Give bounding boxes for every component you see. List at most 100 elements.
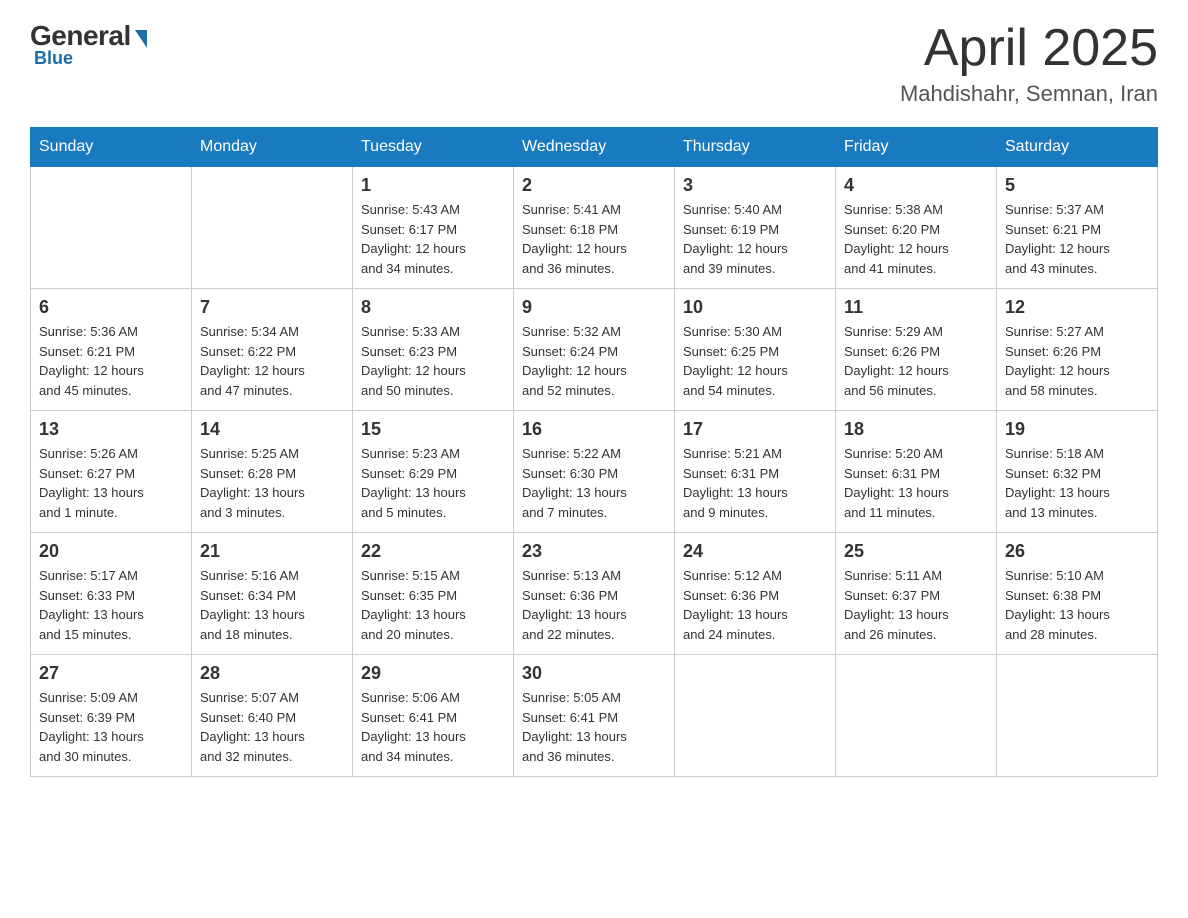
calendar-cell: 9 Sunrise: 5:32 AM Sunset: 6:24 PM Daylig… bbox=[514, 289, 675, 411]
day-number: 12 bbox=[1005, 297, 1149, 318]
day-info: Sunrise: 5:25 AM Sunset: 6:28 PM Dayligh… bbox=[200, 444, 344, 522]
logo: General Blue bbox=[30, 20, 147, 69]
calendar-cell: 30 Sunrise: 5:05 AM Sunset: 6:41 PM Dayli… bbox=[514, 655, 675, 777]
day-number: 26 bbox=[1005, 541, 1149, 562]
calendar-cell: 16Sunrise: 5:22 AM Sunset: 6:30 PM Dayli… bbox=[514, 411, 675, 533]
day-number: 7 bbox=[200, 297, 344, 318]
calendar-cell: 13 Sunrise: 5:26 AM Sunset: 6:27 PM Dayli… bbox=[31, 411, 192, 533]
calendar-cell: 5Sunrise: 5:37 AM Sunset: 6:21 PM Daylig… bbox=[997, 167, 1158, 289]
calendar-cell: 8 Sunrise: 5:33 AM Sunset: 6:23 PM Daylig… bbox=[353, 289, 514, 411]
day-info: Sunrise: 5:10 AM Sunset: 6:38 PM Dayligh… bbox=[1005, 566, 1149, 644]
calendar-cell: 14 Sunrise: 5:25 AM Sunset: 6:28 PM Dayli… bbox=[192, 411, 353, 533]
day-number: 2 bbox=[522, 175, 666, 196]
calendar-cell: 7 Sunrise: 5:34 AM Sunset: 6:22 PM Daylig… bbox=[192, 289, 353, 411]
day-number: 8 bbox=[361, 297, 505, 318]
day-info: Sunrise: 5:17 AM Sunset: 6:33 PM Dayligh… bbox=[39, 566, 183, 644]
calendar-cell bbox=[31, 167, 192, 289]
day-number: 18 bbox=[844, 419, 988, 440]
weekday-header-saturday: Saturday bbox=[997, 128, 1158, 167]
day-info: Sunrise: 5:29 AM Sunset: 6:26 PM Dayligh… bbox=[844, 322, 988, 400]
calendar-cell: 12 Sunrise: 5:27 AM Sunset: 6:26 PM Dayli… bbox=[997, 289, 1158, 411]
calendar-cell: 6 Sunrise: 5:36 AM Sunset: 6:21 PM Daylig… bbox=[31, 289, 192, 411]
day-info: Sunrise: 5:13 AM Sunset: 6:36 PM Dayligh… bbox=[522, 566, 666, 644]
calendar-cell: 11 Sunrise: 5:29 AM Sunset: 6:26 PM Dayli… bbox=[836, 289, 997, 411]
month-title: April 2025 bbox=[900, 20, 1158, 77]
day-info: Sunrise: 5:40 AM Sunset: 6:19 PM Dayligh… bbox=[683, 200, 827, 278]
day-info: Sunrise: 5:23 AM Sunset: 6:29 PM Dayligh… bbox=[361, 444, 505, 522]
calendar-cell: 19 Sunrise: 5:18 AM Sunset: 6:32 PM Dayli… bbox=[997, 411, 1158, 533]
calendar-week-4: 20Sunrise: 5:17 AM Sunset: 6:33 PM Dayli… bbox=[31, 533, 1158, 655]
day-number: 14 bbox=[200, 419, 344, 440]
day-info: Sunrise: 5:20 AM Sunset: 6:31 PM Dayligh… bbox=[844, 444, 988, 522]
day-number: 9 bbox=[522, 297, 666, 318]
day-number: 22 bbox=[361, 541, 505, 562]
calendar-cell: 18 Sunrise: 5:20 AM Sunset: 6:31 PM Dayli… bbox=[836, 411, 997, 533]
day-info: Sunrise: 5:32 AM Sunset: 6:24 PM Dayligh… bbox=[522, 322, 666, 400]
day-info: Sunrise: 5:18 AM Sunset: 6:32 PM Dayligh… bbox=[1005, 444, 1149, 522]
day-info: Sunrise: 5:12 AM Sunset: 6:36 PM Dayligh… bbox=[683, 566, 827, 644]
calendar-cell: 26 Sunrise: 5:10 AM Sunset: 6:38 PM Dayli… bbox=[997, 533, 1158, 655]
logo-arrow-icon bbox=[135, 30, 147, 48]
calendar-cell: 27 Sunrise: 5:09 AM Sunset: 6:39 PM Dayli… bbox=[31, 655, 192, 777]
day-number: 28 bbox=[200, 663, 344, 684]
page-header: General Blue April 2025 Mahdishahr, Semn… bbox=[30, 20, 1158, 107]
day-number: 15 bbox=[361, 419, 505, 440]
calendar-cell: 28 Sunrise: 5:07 AM Sunset: 6:40 PM Dayli… bbox=[192, 655, 353, 777]
calendar-cell bbox=[836, 655, 997, 777]
day-info: Sunrise: 5:43 AM Sunset: 6:17 PM Dayligh… bbox=[361, 200, 505, 278]
day-number: 4 bbox=[844, 175, 988, 196]
calendar-cell bbox=[997, 655, 1158, 777]
weekday-header-friday: Friday bbox=[836, 128, 997, 167]
day-info: Sunrise: 5:36 AM Sunset: 6:21 PM Dayligh… bbox=[39, 322, 183, 400]
calendar-cell: 20Sunrise: 5:17 AM Sunset: 6:33 PM Dayli… bbox=[31, 533, 192, 655]
day-info: Sunrise: 5:21 AM Sunset: 6:31 PM Dayligh… bbox=[683, 444, 827, 522]
calendar-cell bbox=[192, 167, 353, 289]
day-info: Sunrise: 5:41 AM Sunset: 6:18 PM Dayligh… bbox=[522, 200, 666, 278]
day-info: Sunrise: 5:05 AM Sunset: 6:41 PM Dayligh… bbox=[522, 688, 666, 766]
day-info: Sunrise: 5:09 AM Sunset: 6:39 PM Dayligh… bbox=[39, 688, 183, 766]
location-title: Mahdishahr, Semnan, Iran bbox=[900, 81, 1158, 107]
calendar-cell: 21Sunrise: 5:16 AM Sunset: 6:34 PM Dayli… bbox=[192, 533, 353, 655]
calendar-cell bbox=[675, 655, 836, 777]
day-info: Sunrise: 5:34 AM Sunset: 6:22 PM Dayligh… bbox=[200, 322, 344, 400]
day-number: 25 bbox=[844, 541, 988, 562]
day-info: Sunrise: 5:07 AM Sunset: 6:40 PM Dayligh… bbox=[200, 688, 344, 766]
day-info: Sunrise: 5:16 AM Sunset: 6:34 PM Dayligh… bbox=[200, 566, 344, 644]
day-info: Sunrise: 5:26 AM Sunset: 6:27 PM Dayligh… bbox=[39, 444, 183, 522]
day-number: 11 bbox=[844, 297, 988, 318]
weekday-header-wednesday: Wednesday bbox=[514, 128, 675, 167]
day-number: 17 bbox=[683, 419, 827, 440]
title-section: April 2025 Mahdishahr, Semnan, Iran bbox=[900, 20, 1158, 107]
day-info: Sunrise: 5:38 AM Sunset: 6:20 PM Dayligh… bbox=[844, 200, 988, 278]
day-info: Sunrise: 5:37 AM Sunset: 6:21 PM Dayligh… bbox=[1005, 200, 1149, 278]
calendar-week-3: 13 Sunrise: 5:26 AM Sunset: 6:27 PM Dayli… bbox=[31, 411, 1158, 533]
calendar-cell: 1Sunrise: 5:43 AM Sunset: 6:17 PM Daylig… bbox=[353, 167, 514, 289]
day-info: Sunrise: 5:33 AM Sunset: 6:23 PM Dayligh… bbox=[361, 322, 505, 400]
logo-blue-text: Blue bbox=[34, 48, 73, 69]
day-number: 24 bbox=[683, 541, 827, 562]
day-number: 19 bbox=[1005, 419, 1149, 440]
calendar-cell: 2 Sunrise: 5:41 AM Sunset: 6:18 PM Daylig… bbox=[514, 167, 675, 289]
day-info: Sunrise: 5:06 AM Sunset: 6:41 PM Dayligh… bbox=[361, 688, 505, 766]
day-info: Sunrise: 5:15 AM Sunset: 6:35 PM Dayligh… bbox=[361, 566, 505, 644]
calendar-week-5: 27 Sunrise: 5:09 AM Sunset: 6:39 PM Dayli… bbox=[31, 655, 1158, 777]
day-number: 16 bbox=[522, 419, 666, 440]
day-number: 6 bbox=[39, 297, 183, 318]
day-info: Sunrise: 5:27 AM Sunset: 6:26 PM Dayligh… bbox=[1005, 322, 1149, 400]
calendar-week-2: 6 Sunrise: 5:36 AM Sunset: 6:21 PM Daylig… bbox=[31, 289, 1158, 411]
calendar-cell: 29 Sunrise: 5:06 AM Sunset: 6:41 PM Dayli… bbox=[353, 655, 514, 777]
day-number: 13 bbox=[39, 419, 183, 440]
calendar-cell: 10Sunrise: 5:30 AM Sunset: 6:25 PM Dayli… bbox=[675, 289, 836, 411]
day-number: 30 bbox=[522, 663, 666, 684]
calendar-cell: 24 Sunrise: 5:12 AM Sunset: 6:36 PM Dayli… bbox=[675, 533, 836, 655]
calendar-cell: 25 Sunrise: 5:11 AM Sunset: 6:37 PM Dayli… bbox=[836, 533, 997, 655]
day-info: Sunrise: 5:11 AM Sunset: 6:37 PM Dayligh… bbox=[844, 566, 988, 644]
calendar-cell: 23Sunrise: 5:13 AM Sunset: 6:36 PM Dayli… bbox=[514, 533, 675, 655]
weekday-header-monday: Monday bbox=[192, 128, 353, 167]
weekday-header-thursday: Thursday bbox=[675, 128, 836, 167]
day-number: 27 bbox=[39, 663, 183, 684]
calendar-cell: 17 Sunrise: 5:21 AM Sunset: 6:31 PM Dayli… bbox=[675, 411, 836, 533]
day-info: Sunrise: 5:30 AM Sunset: 6:25 PM Dayligh… bbox=[683, 322, 827, 400]
day-number: 29 bbox=[361, 663, 505, 684]
calendar-cell: 22 Sunrise: 5:15 AM Sunset: 6:35 PM Dayli… bbox=[353, 533, 514, 655]
